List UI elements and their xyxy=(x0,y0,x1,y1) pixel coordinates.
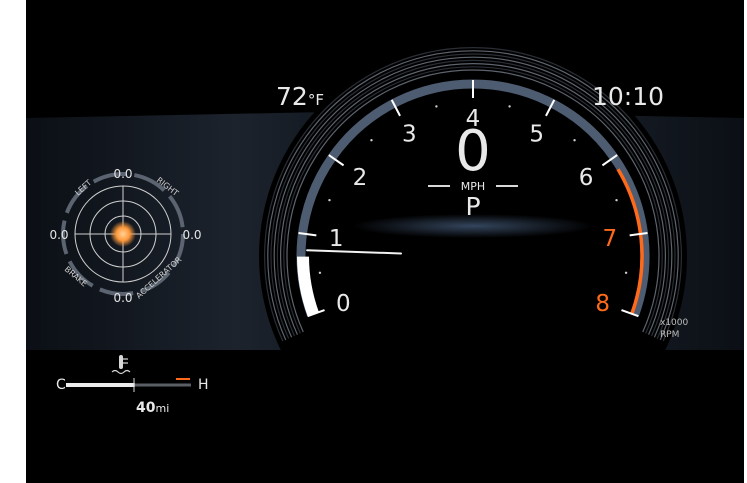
tachometer-label-6: 6 xyxy=(579,165,594,191)
rpm-unit: RPM xyxy=(660,330,680,340)
tachometer-label-3: 3 xyxy=(402,122,417,148)
tachometer-label-0: 0 xyxy=(336,291,351,317)
coolant-cold-label: C xyxy=(56,377,66,393)
tachometer-minor-tick xyxy=(370,139,373,142)
speed-readout: 0 xyxy=(455,119,491,184)
tachometer-label-1: 1 xyxy=(329,226,344,252)
tachometer-minor-tick xyxy=(328,198,331,202)
cluster-graphics: 012345678 0.0 0.0 0.0 0.0 LEFT RIGHT BRA… xyxy=(26,42,744,470)
tachometer-minor-tick xyxy=(573,139,576,142)
g-force-bottom-value: 0.0 xyxy=(113,291,132,305)
tachometer-minor-tick xyxy=(435,105,438,108)
g-force-right-value: 0.0 xyxy=(182,228,201,242)
driving-range-unit: mi xyxy=(155,402,170,415)
outside-temperature-value: 72 xyxy=(276,82,308,111)
g-force-indicator-dot xyxy=(110,221,136,247)
tachometer-minor-tick xyxy=(318,271,322,274)
tachometer-label-8: 8 xyxy=(595,291,610,317)
g-force-top-value: 0.0 xyxy=(113,167,132,181)
outside-temperature-unit: °F xyxy=(307,91,324,109)
coolant-temperature-icon xyxy=(111,355,131,375)
clock: 10:10 xyxy=(592,82,665,111)
driving-range-value: 40 xyxy=(136,400,156,416)
driving-range: 40mi xyxy=(136,400,169,416)
coolant-gauge xyxy=(66,355,191,392)
g-force-left-value: 0.0 xyxy=(49,228,68,242)
outside-temperature: 72°F xyxy=(276,82,324,111)
tachometer-minor-tick xyxy=(624,271,628,274)
tachometer-label-5: 5 xyxy=(529,122,544,148)
instrument-cluster-display: 012345678 0.0 0.0 0.0 0.0 LEFT RIGHT BRA… xyxy=(26,0,744,483)
tachometer-label-7: 7 xyxy=(602,226,617,252)
rpm-multiplier: x1000 xyxy=(660,318,689,328)
rpm-unit-label: x1000 RPM xyxy=(660,317,688,341)
tachometer-minor-tick xyxy=(615,198,618,202)
coolant-hot-label: H xyxy=(198,377,209,393)
tachometer-label-2: 2 xyxy=(353,165,368,191)
gear-indicator: P xyxy=(465,192,481,221)
tachometer-minor-tick xyxy=(508,105,511,108)
